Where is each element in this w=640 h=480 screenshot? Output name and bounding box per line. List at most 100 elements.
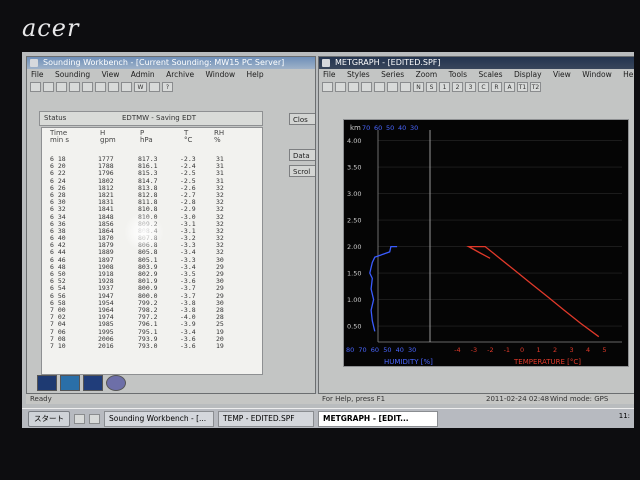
w-button[interactable]: W [134, 82, 147, 92]
humidity-tick-label: 60 [371, 346, 379, 354]
menu-admin[interactable]: Admin [131, 70, 155, 79]
mg-btn-r[interactable]: R [491, 82, 502, 92]
mg-menu-window[interactable]: Window [582, 70, 612, 79]
mg-cursor-icon[interactable] [348, 82, 359, 92]
humidity-readout-value: 70 [362, 124, 370, 132]
temperature-tick-label: -2 [487, 346, 493, 354]
y-tick-label: 4.00 [347, 137, 361, 145]
print-icon[interactable] [69, 82, 80, 92]
cell-temp: -3.6 [180, 341, 196, 350]
table-view-icon[interactable] [149, 82, 160, 92]
temperature-tick-label: 2 [553, 346, 557, 354]
mg-btn-1[interactable]: 1 [439, 82, 450, 92]
new-icon[interactable] [30, 82, 41, 92]
metgraph-menu-bar: File Styles Series Zoom Tools Scales Dis… [319, 69, 634, 80]
p-unit: hPa [140, 136, 153, 144]
report-icon[interactable] [121, 82, 132, 92]
ready-text: Ready [30, 395, 52, 403]
mg-btn-s[interactable]: S [426, 82, 437, 92]
mg-menu-scales[interactable]: Scales [478, 70, 502, 79]
h-unit: gpm [100, 136, 116, 144]
window-icon-4[interactable] [106, 375, 126, 391]
mg-zoom-icon[interactable] [361, 82, 372, 92]
mg-menu-view[interactable]: View [553, 70, 571, 79]
desktop-screen: Sounding Workbench - [Current Sounding: … [22, 52, 634, 428]
col-h-header: H gpm [100, 130, 116, 144]
app-icon [30, 59, 38, 67]
menu-sounding[interactable]: Sounding [55, 70, 90, 79]
col-t-header: T °C [184, 130, 192, 144]
status-label: Status [44, 114, 67, 122]
chart-icon[interactable] [108, 82, 119, 92]
graph-icon[interactable] [82, 82, 93, 92]
save-icon[interactable] [56, 82, 67, 92]
close-button[interactable]: Clos [289, 113, 315, 125]
mg-copy-icon[interactable] [400, 82, 411, 92]
data-button[interactable]: Data [289, 149, 315, 161]
sounding-workbench-window[interactable]: Sounding Workbench - [Current Sounding: … [26, 56, 316, 394]
quick-launch-ie-icon[interactable] [74, 413, 85, 424]
mg-btn-a[interactable]: A [504, 82, 515, 92]
rh-unit: % [214, 136, 221, 144]
cell-time: 7 10 [50, 341, 66, 350]
mg-edit-icon[interactable] [387, 82, 398, 92]
window-icon-2[interactable] [60, 375, 80, 391]
temperature-axis-label: TEMPERATURE [°C] [513, 358, 581, 366]
humidity-tick-label: 40 [396, 346, 404, 354]
menu-window[interactable]: Window [206, 70, 236, 79]
task-metgraph[interactable]: METGRAPH - [EDIT... [318, 410, 438, 427]
humidity-tick-label: 80 [346, 346, 354, 354]
taskbar-clock: 11: [618, 412, 630, 420]
menu-archive[interactable]: Archive [166, 70, 194, 79]
mg-menu-series[interactable]: Series [381, 70, 404, 79]
window-icon-3[interactable] [83, 375, 103, 391]
window-icon-1[interactable] [37, 375, 57, 391]
open-icon[interactable] [43, 82, 54, 92]
mg-menu-tools[interactable]: Tools [449, 70, 467, 79]
sounding-title-bar[interactable]: Sounding Workbench - [Current Sounding: … [27, 57, 315, 69]
menu-file[interactable]: File [31, 70, 44, 79]
mg-btn-c[interactable]: C [478, 82, 489, 92]
mg-flip-icon[interactable] [374, 82, 385, 92]
temperature-tick-label: -4 [454, 346, 460, 354]
task-temp-edited[interactable]: TEMP - EDITED.SPF [218, 410, 314, 427]
mg-print-icon[interactable] [335, 82, 346, 92]
mg-btn-t2[interactable]: T2 [530, 82, 541, 92]
y-tick-label: 3.50 [347, 164, 361, 172]
sounding-profile-chart: km 70 60 50 40 30 4.003.503.002.502.001.501.… [343, 119, 629, 367]
y-tick-label: 3.00 [347, 190, 361, 198]
mg-menu-styles[interactable]: Styles [347, 70, 370, 79]
mg-btn-2[interactable]: 2 [452, 82, 463, 92]
mg-btn-t1[interactable]: T1 [517, 82, 528, 92]
y-tick-label: 1.50 [347, 270, 361, 278]
menu-view[interactable]: View [102, 70, 120, 79]
quick-launch-folder-icon[interactable] [89, 413, 100, 424]
brand-logo: acer [22, 14, 80, 42]
mg-menu-file[interactable]: File [323, 70, 336, 79]
mg-menu-zoom[interactable]: Zoom [416, 70, 438, 79]
mg-menu-help[interactable]: Help [623, 70, 634, 79]
help-icon[interactable]: ? [162, 82, 173, 92]
metgraph-title-bar[interactable]: METGRAPH - [EDITED.SPF] [319, 57, 634, 69]
humidity-readout-value: 50 [386, 124, 394, 132]
metgraph-title: METGRAPH - [EDITED.SPF] [335, 58, 441, 67]
mg-btn-3[interactable]: 3 [465, 82, 476, 92]
task-sounding-workbench[interactable]: Sounding Workbench - [... [104, 410, 214, 427]
plot-km-mark: km [350, 124, 361, 132]
table-icon[interactable] [95, 82, 106, 92]
status-field: Status EDTMW - Saving EDT [39, 111, 263, 126]
humidity-tick-label: 70 [358, 346, 366, 354]
mg-open-icon[interactable] [322, 82, 333, 92]
temperature-tick-label: 1 [537, 346, 541, 354]
mg-menu-display[interactable]: Display [514, 70, 542, 79]
humidity-readout-value: 30 [410, 124, 418, 132]
temperature-tick-label: 5 [602, 346, 606, 354]
metgraph-window[interactable]: METGRAPH - [EDITED.SPF] File Styles Seri… [318, 56, 634, 394]
status-bar: Ready For Help, press F1 2011-02-24 02:4… [26, 394, 634, 404]
start-button[interactable]: スタート [28, 410, 70, 427]
scroll-button[interactable]: Scrol [289, 165, 315, 177]
metgraph-app-icon [322, 59, 330, 67]
menu-help[interactable]: Help [247, 70, 264, 79]
temperature-tick-label: 0 [520, 346, 524, 354]
mg-btn-n[interactable]: N [413, 82, 424, 92]
